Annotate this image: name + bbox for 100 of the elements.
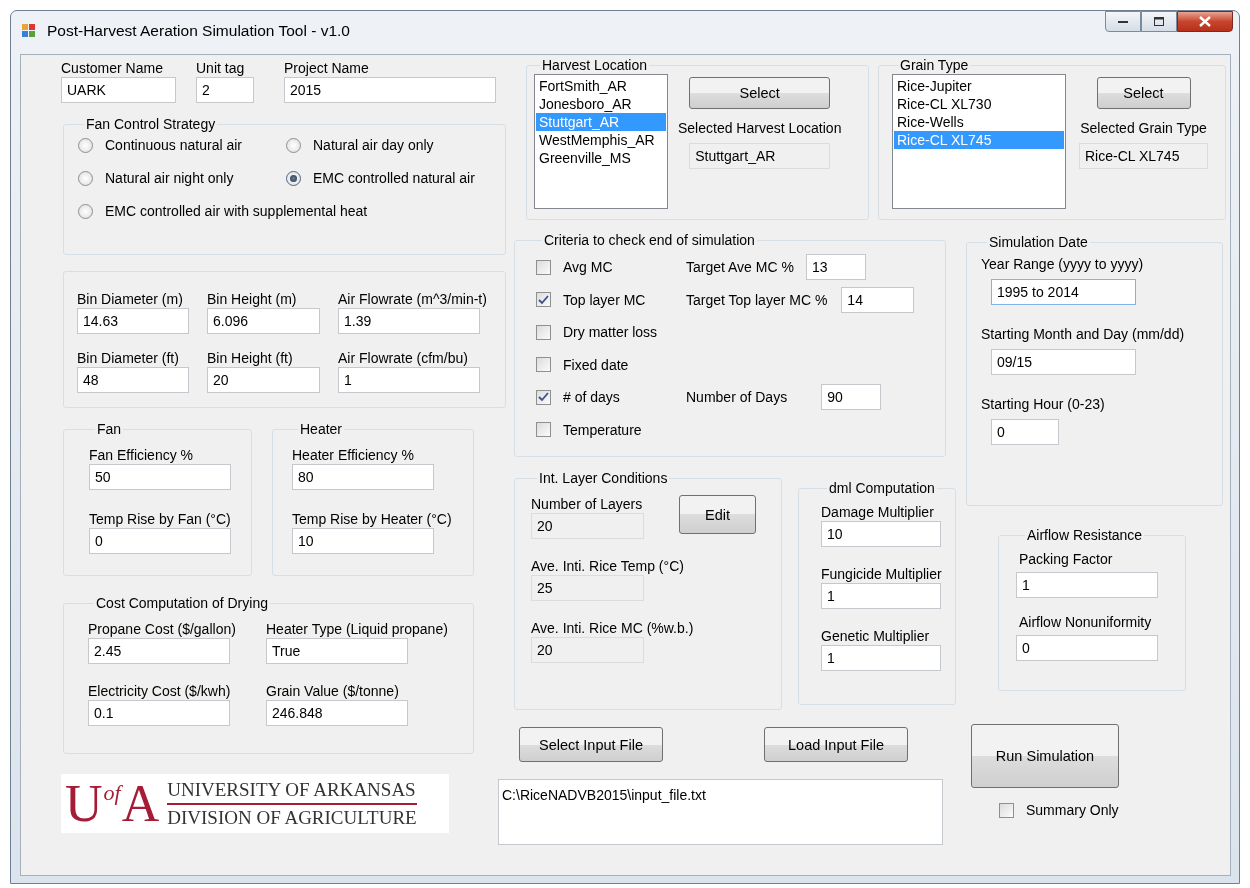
list-item[interactable]: Rice-Wells [894,113,1064,131]
field-label: Unit tag [196,59,245,77]
radio-label[interactable]: Natural air night only [105,170,234,186]
text-field[interactable]: 20 [207,367,320,393]
radio-button[interactable] [78,170,93,186]
checkbox[interactable] [536,422,551,438]
list-item[interactable]: FortSmith_AR [536,77,666,95]
text-field[interactable]: 0 [89,528,231,554]
list-item[interactable]: Rice-CL XL730 [894,95,1064,113]
text-field[interactable]: 1.39 [338,308,480,334]
field-label: Selected Harvest Location [678,119,842,137]
logo-text: DIVISION OF AGRICULTURE [167,805,417,830]
text-field[interactable]: 90 [821,384,882,411]
checkbox-label[interactable]: Top layer MC [563,291,646,308]
checkbox[interactable] [999,802,1014,818]
field-label: Target Top layer MC % [686,290,828,309]
run-simulation-button[interactable]: Run Simulation [971,724,1119,788]
text-field[interactable]: 0 [991,419,1059,445]
text-field[interactable]: 14.63 [77,308,189,334]
maximize-button[interactable] [1141,11,1177,32]
close-button[interactable] [1177,11,1233,32]
text-field[interactable]: 1 [338,367,480,393]
field-label: Bin Diameter (ft) [77,349,179,367]
text-field[interactable]: 09/15 [991,349,1136,375]
select-button[interactable]: Select [689,77,831,109]
text-field[interactable]: 0.1 [88,700,230,726]
text-field[interactable]: 2015 [284,77,496,103]
text-field[interactable]: 48 [77,367,189,393]
field-label: Ave. Inti. Rice Temp (°C) [531,557,684,575]
group-title: Simulation Date [988,233,1089,251]
checkbox[interactable] [536,292,551,308]
text-field[interactable]: 80 [292,464,434,490]
text-field[interactable]: 1 [821,583,941,609]
field-label: Customer Name [61,59,163,77]
radio-button[interactable] [286,170,301,186]
text-field[interactable]: 14 [841,286,915,313]
field-label: Packing Factor [1019,550,1113,568]
radio-button[interactable] [78,137,93,153]
radio-button[interactable] [78,203,93,219]
radio-label[interactable]: Natural air day only [313,137,434,153]
text-field[interactable]: Rice-CL XL745 [1079,143,1208,169]
text-field[interactable]: 1995 to 2014 [991,279,1136,305]
group-title: Cost Computation of Drying [95,594,269,612]
text-field[interactable]: 20 [531,637,644,663]
checkbox[interactable] [536,389,551,405]
radio-label[interactable]: EMC controlled air with supplemental heat [105,203,368,219]
field-label: Air Flowrate (m^3/min-t) [338,290,487,308]
field-label: Ave. Inti. Rice MC (%w.b.) [531,619,694,637]
field-label: Genetic Multiplier [821,627,930,645]
file-button[interactable]: Load Input File [764,727,908,762]
text-field[interactable]: 246.848 [266,700,408,726]
text-field[interactable]: 25 [531,575,644,601]
radio-button[interactable] [286,137,301,153]
radio-label[interactable]: Continuous natural air [105,137,242,153]
text-field[interactable]: True [266,638,408,664]
field-label: Number of Layers [531,495,643,513]
list-item[interactable]: WestMemphis_AR [536,131,666,149]
text-field[interactable]: 1 [1016,572,1158,598]
list-item[interactable]: Jonesboro_AR [536,95,666,113]
text-field[interactable]: 13 [805,254,866,281]
field-label: Starting Hour (0-23) [981,395,1105,413]
maximize-icon [1154,17,1164,26]
field-label: Propane Cost ($/gallon) [88,620,236,638]
radio-label[interactable]: EMC controlled natural air [313,170,475,186]
text-field[interactable]: 20 [531,513,644,539]
text-field[interactable]: Stuttgart_AR [689,143,831,169]
minimize-button[interactable] [1105,11,1141,32]
checkbox-label[interactable]: Temperature [563,421,642,438]
field-label: Fungicide Multiplier [821,565,942,583]
group-title: Airflow Resistance [1026,526,1144,544]
field-label: Bin Diameter (m) [77,290,183,308]
file-button[interactable]: Select Input File [519,727,663,762]
text-field[interactable]: 1 [821,645,941,671]
checkbox-label[interactable]: Avg MC [563,259,613,276]
text-field[interactable]: 10 [821,521,941,547]
text-field[interactable]: 2.45 [88,638,230,664]
checkbox-label[interactable]: Fixed date [563,356,629,373]
text-field[interactable]: 10 [292,528,434,554]
select-button[interactable]: Select [1096,77,1191,109]
checkbox[interactable] [536,259,551,275]
group-title: dml Computation [828,479,936,497]
checkbox[interactable] [536,357,551,373]
checkbox[interactable] [536,324,551,340]
checkbox-label[interactable]: Dry matter loss [563,324,658,341]
checkbox-label[interactable]: # of days [563,389,620,406]
text-field[interactable]: 0 [1016,635,1158,661]
list-item[interactable]: Greenville_MS [536,149,666,167]
file-path-field[interactable]: C:\RiceNADVB2015\input_file.txt [498,779,943,845]
text-field[interactable]: 2 [196,77,254,103]
text-field[interactable]: 6.096 [207,308,320,334]
field-label: Bin Height (m) [207,290,297,308]
text-field[interactable]: UARK [61,77,176,103]
field-label: Temp Rise by Heater (°C) [292,510,452,528]
list-item[interactable]: Rice-Jupiter [894,77,1064,95]
field-label: Target Ave MC % [686,258,794,277]
edit-button[interactable]: Edit [679,495,756,534]
group-title: Harvest Location [541,56,649,74]
checkbox-label[interactable]: Summary Only [1026,802,1119,818]
field-label: Electricity Cost ($/kwh) [88,682,231,700]
text-field[interactable]: 50 [89,464,231,490]
